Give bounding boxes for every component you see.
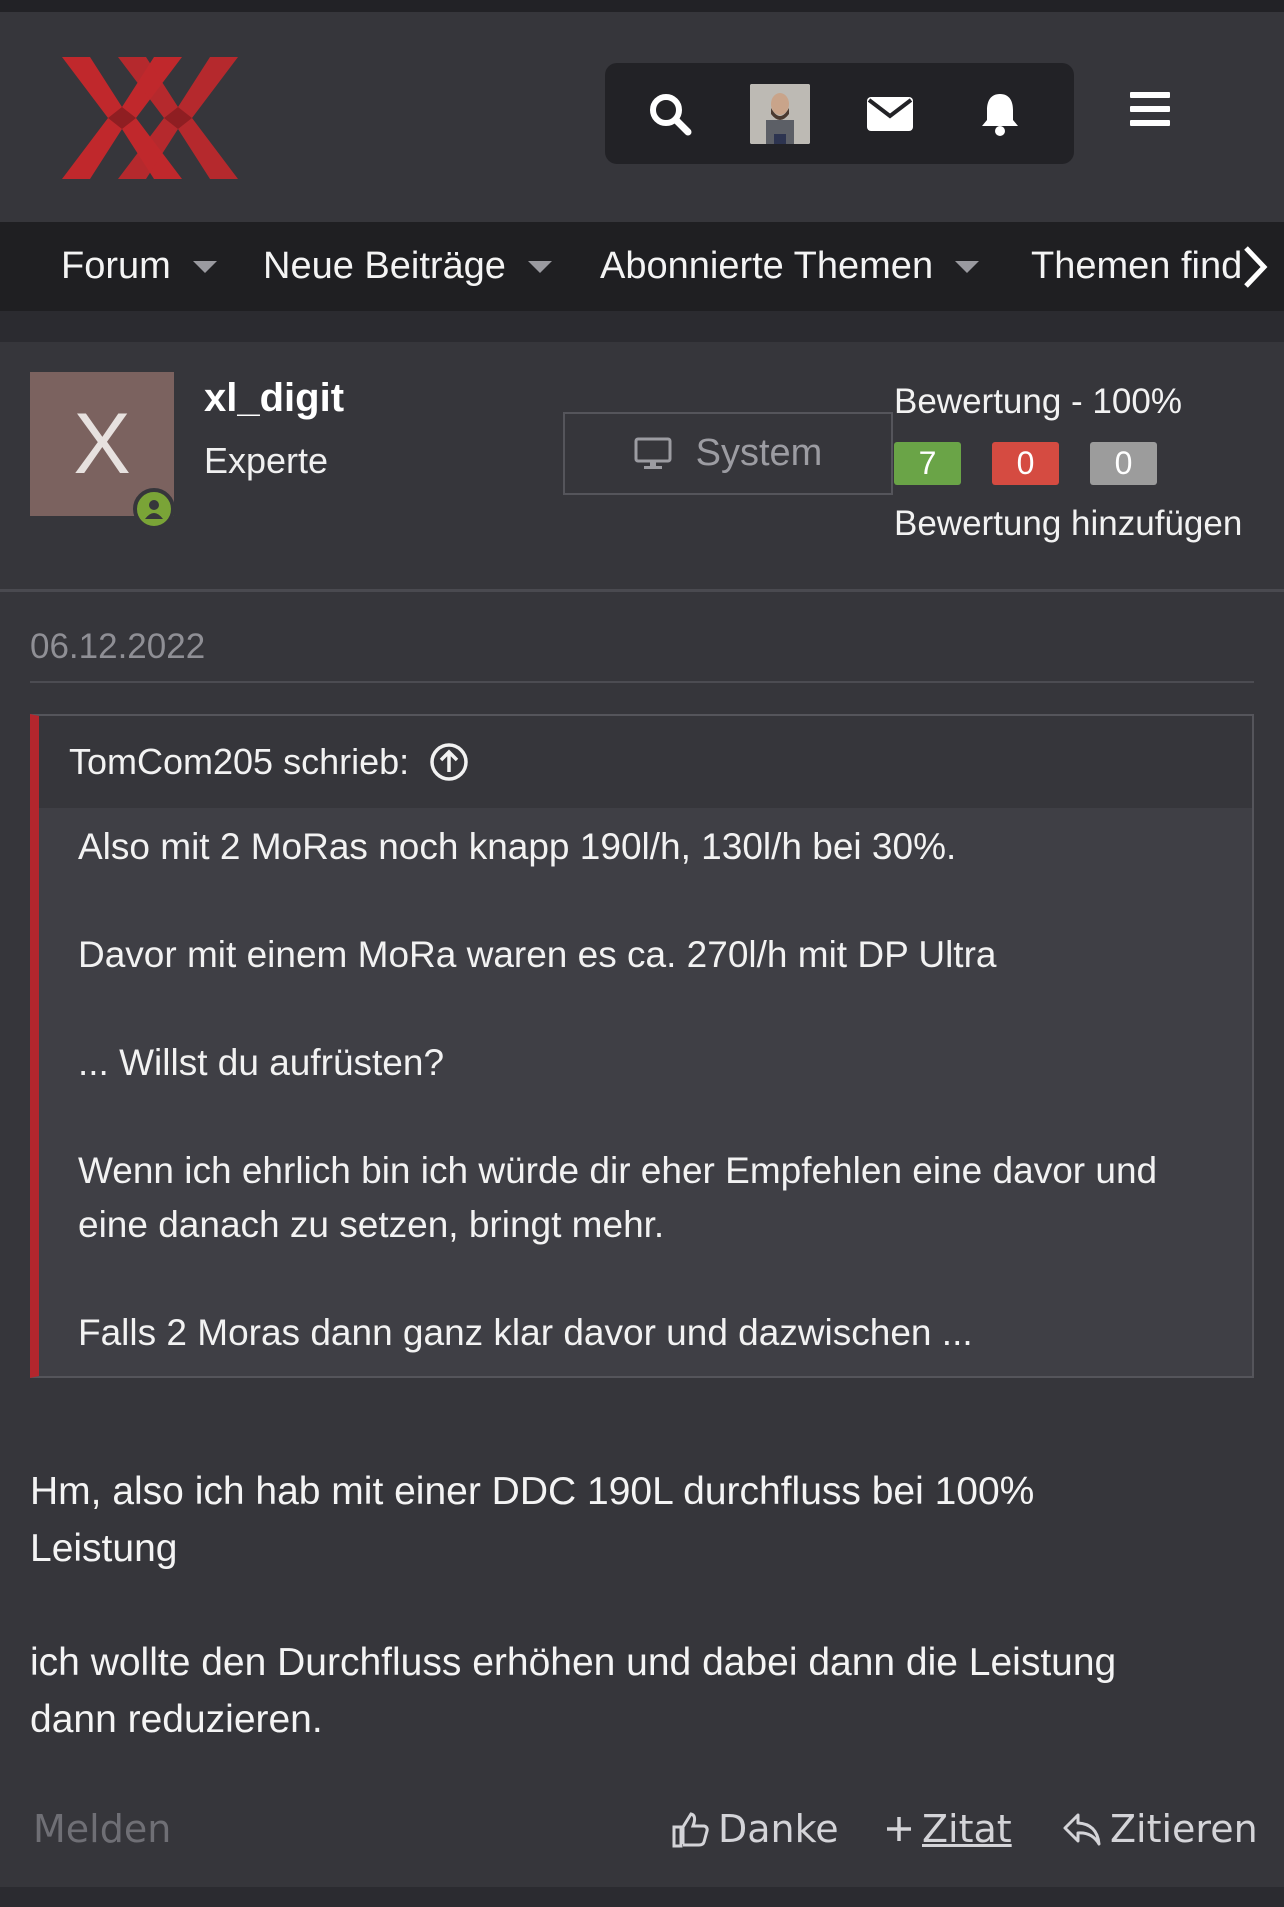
system-button[interactable]: System: [563, 412, 893, 495]
post-body-line: Hm, also ich hab mit einer DDC 190L durc…: [30, 1470, 1035, 1513]
xx-logo-icon[interactable]: [62, 57, 238, 179]
nav-item-find-threads[interactable]: Themen find: [1031, 222, 1242, 311]
quote-line: Wenn ich ehrlich bin ich würde dir eher …: [78, 1150, 1158, 1191]
quote-line: Also mit 2 MoRas noch knapp 190l/h, 130l…: [78, 826, 957, 867]
plus-icon: [887, 1817, 911, 1841]
rating-title: Bewertung - 100%: [894, 382, 1182, 421]
add-rating-link[interactable]: Bewertung hinzufügen: [894, 504, 1242, 544]
quote-line: Davor mit einem MoRa waren es ca. 270l/h…: [78, 934, 997, 975]
quote-author[interactable]: TomCom205 schrieb:: [69, 741, 409, 783]
section-gap: [0, 311, 1284, 342]
online-status-icon: [133, 488, 175, 530]
post: 06.12.2022 TomCom205 schrieb: Also mit 2…: [0, 592, 1284, 1907]
main-nav: Forum Neue Beiträge Abonnierte Themen Th…: [0, 222, 1284, 311]
post-author-bar: X xl_digit Experte System Bewertung - 10…: [0, 342, 1284, 592]
post-date: 06.12.2022: [30, 627, 206, 666]
envelope-icon[interactable]: [845, 63, 935, 164]
top-strip: [0, 0, 1284, 12]
nav-item-subscribed-threads[interactable]: Abonnierte Themen: [600, 222, 980, 311]
nav-item-new-posts[interactable]: Neue Beiträge: [263, 222, 552, 311]
post-body-line: Leistung: [30, 1527, 178, 1570]
header-icon-bar: [605, 63, 1074, 164]
quote-line: Falls 2 Moras dann ganz klar davor und d…: [78, 1312, 973, 1353]
reply-icon: [1063, 1813, 1101, 1846]
search-icon[interactable]: [625, 63, 715, 164]
divider: [30, 681, 1254, 683]
post-body-line: ich wollte den Durchfluss erhöhen und da…: [30, 1641, 1117, 1684]
caret-down-icon: [527, 260, 552, 273]
arrow-up-circle-icon[interactable]: [429, 742, 469, 782]
rating-neutral-badge: 0: [1090, 442, 1157, 485]
rating-positive-badge: 7: [894, 442, 961, 485]
rating-negative-badge: 0: [992, 442, 1059, 485]
author-rank: Experte: [204, 440, 329, 481]
user-avatar[interactable]: [735, 63, 825, 164]
author-name[interactable]: xl_digit: [204, 376, 344, 421]
quote-line: ... Willst du aufrüsten?: [78, 1042, 445, 1083]
add-quote-button[interactable]: Zitat: [884, 1800, 1012, 1858]
monitor-icon: [634, 437, 672, 469]
thumbs-up-icon: [672, 1812, 709, 1848]
post-body-line: dann reduzieren.: [30, 1698, 323, 1741]
bottom-strip: [0, 1887, 1284, 1907]
nav-item-forum[interactable]: Forum: [61, 222, 217, 311]
site-header: [0, 12, 1284, 222]
chevron-right-icon[interactable]: [1236, 244, 1272, 290]
caret-down-icon: [955, 260, 980, 273]
quote-header: TomCom205 schrieb:: [39, 716, 1252, 808]
quote-line: eine danach zu setzen, bringt mehr.: [78, 1204, 665, 1245]
post-actions: Melden Danke Zitat Zitieren: [0, 1800, 1284, 1858]
reply-quote-button[interactable]: Zitieren: [1062, 1800, 1258, 1858]
hamburger-menu-icon[interactable]: [1130, 92, 1182, 152]
report-link[interactable]: Melden: [33, 1800, 171, 1858]
caret-down-icon: [192, 260, 217, 273]
thanks-button[interactable]: Danke: [670, 1800, 839, 1858]
bell-icon[interactable]: [955, 63, 1045, 164]
quote-block: TomCom205 schrieb: Also mit 2 MoRas noch…: [30, 714, 1254, 1378]
